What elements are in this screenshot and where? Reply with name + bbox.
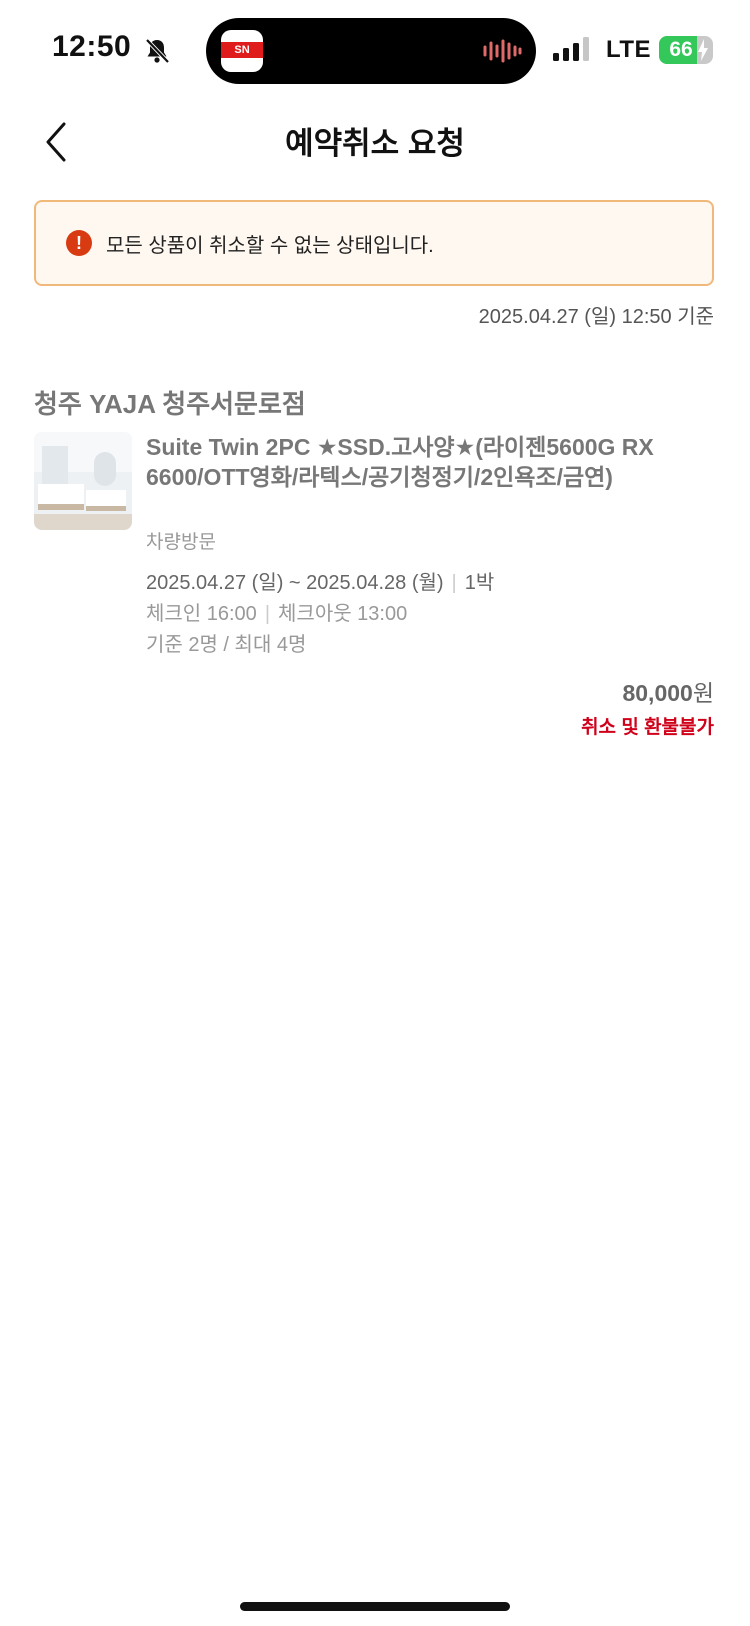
info-icon: ! (66, 230, 92, 256)
app-thumbnail-icon: SN (221, 30, 263, 72)
home-indicator[interactable] (240, 1602, 510, 1611)
room-thumbnail (34, 432, 132, 530)
divider: | (451, 572, 457, 594)
room-photo-icon (34, 432, 132, 530)
price: 80,000원 (622, 674, 714, 708)
notice-text: 모든 상품이 취소할 수 없는 상태입니다. (106, 235, 434, 257)
app-thumbnail-label: SN (234, 44, 250, 56)
price-currency: 원 (692, 680, 714, 706)
refund-status: 취소 및 환불불가 (581, 717, 714, 738)
network-type: LTE (606, 36, 652, 63)
room-name: Suite Twin 2PC ★SSD.고사양★(라이젠5600G RX 660… (146, 434, 654, 490)
stay-nights: 1박 (464, 572, 495, 594)
price-amount: 80,000 (622, 680, 693, 706)
checkin-time: 체크인 16:00 (146, 603, 257, 625)
bell-slash-icon (145, 38, 170, 64)
charging-bolt-icon (698, 39, 708, 61)
stay-date-range: 2025.04.27 (일) ~ 2025.04.28 (월) (146, 572, 444, 594)
visit-type: 차량방문 (146, 532, 216, 553)
as-of-timestamp: 2025.04.27 (일) 12:50 기준 (478, 306, 714, 328)
divider: | (264, 603, 271, 625)
battery-icon: 66 (659, 36, 713, 64)
page-title: 예약취소 요청 (285, 126, 465, 161)
checkout-time: 체크아웃 13:00 (278, 603, 408, 625)
stay-dates: 2025.04.27 (일) ~ 2025.04.28 (월) | 1박 (146, 566, 494, 595)
audio-waveform-icon (483, 39, 522, 63)
check-times: 체크인 16:00 | 체크아웃 13:00 (146, 597, 407, 626)
status-time: 12:50 (52, 30, 132, 63)
cellular-signal-icon (553, 37, 589, 61)
hotel-name: 청주 YAJA 청주서문로점 (34, 389, 306, 419)
guest-count: 기준 2명 / 최대 4명 (146, 634, 307, 656)
